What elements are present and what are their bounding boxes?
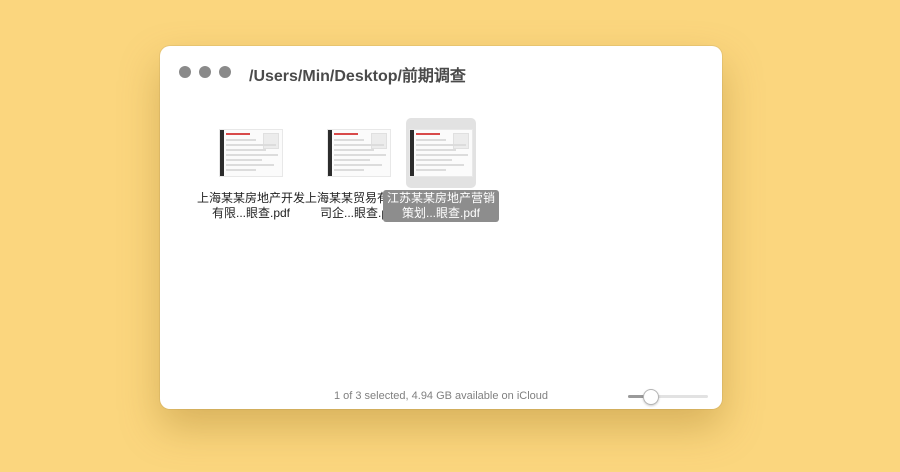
window-controls [179, 66, 231, 78]
pdf-thumbnail-icon[interactable] [216, 118, 286, 188]
file-item-selected[interactable]: 江苏某某房地产营销策划...眼查.pdf [381, 118, 501, 228]
pdf-thumbnail-icon[interactable] [406, 118, 476, 188]
file-name[interactable]: 江苏某某房地产营销策划...眼查.pdf [383, 190, 499, 222]
file-item[interactable]: 上海某某房地产开发有限...眼查.pdf [191, 118, 311, 228]
finder-window: /Users/Min/Desktop/前期调查 上海某某房地产开发有限...眼查… [160, 46, 722, 409]
file-name[interactable]: 上海某某房地产开发有限...眼查.pdf [193, 190, 309, 222]
minimize-icon[interactable] [199, 66, 211, 78]
close-icon[interactable] [179, 66, 191, 78]
icon-size-slider[interactable] [628, 389, 708, 405]
window-title: /Users/Min/Desktop/前期调查 [249, 68, 466, 85]
slider-knob[interactable] [643, 389, 660, 405]
zoom-icon[interactable] [219, 66, 231, 78]
